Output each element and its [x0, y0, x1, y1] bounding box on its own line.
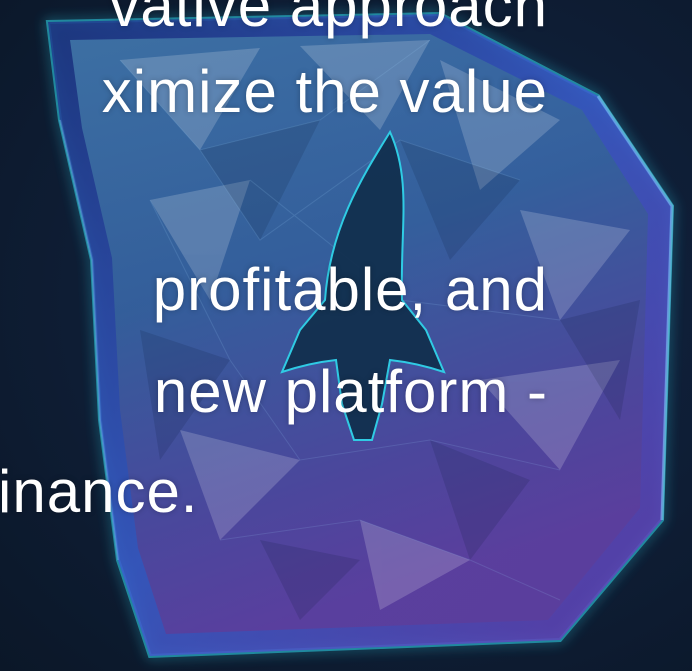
- text-block: vative approach ximize the value profita…: [0, 0, 692, 671]
- slide-canvas: vative approach ximize the value profita…: [0, 0, 692, 671]
- text-line-2: ximize the value: [101, 58, 548, 125]
- text-line-5: inance.: [0, 458, 199, 525]
- text-line-4: new platform -: [153, 358, 548, 425]
- text-line-1: vative approach: [109, 0, 548, 39]
- text-line-3: profitable, and: [152, 256, 548, 323]
